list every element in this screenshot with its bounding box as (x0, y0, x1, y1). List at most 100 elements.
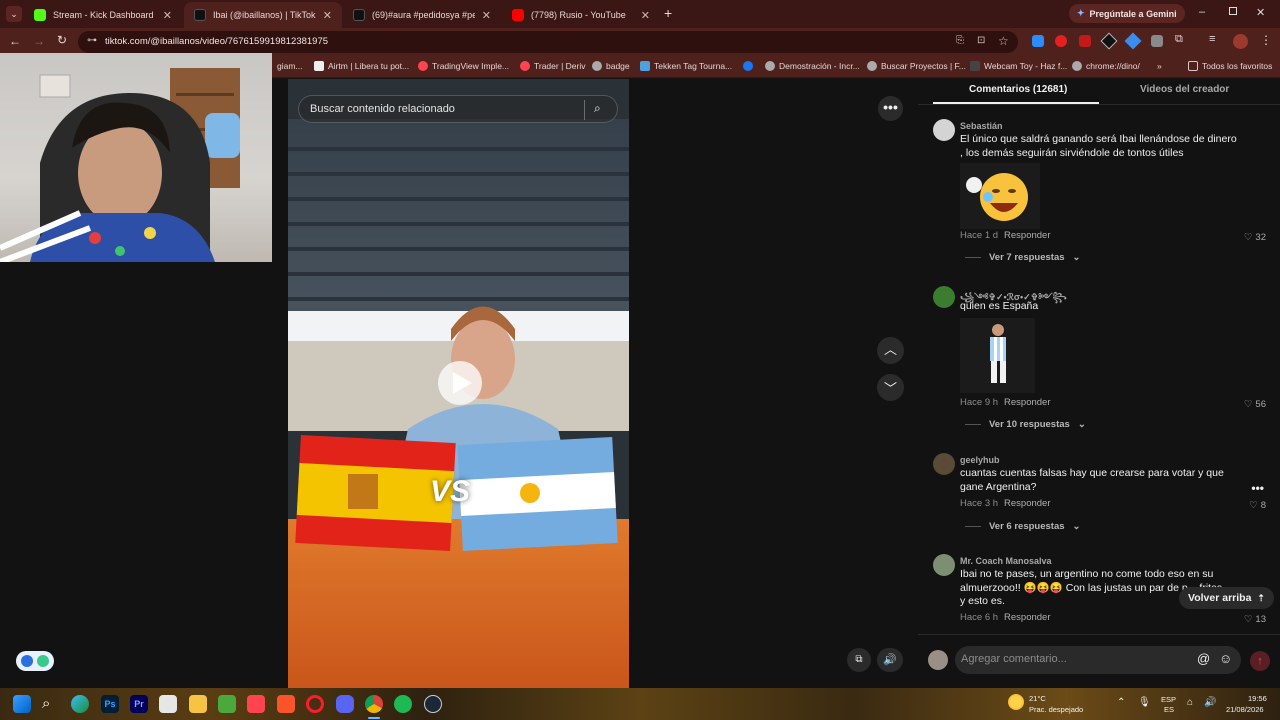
comment-username[interactable]: Mr. Coach Manosalva (960, 556, 1052, 566)
extensions-puzzle-icon[interactable]: ⧉ (1175, 33, 1183, 46)
close-window-icon[interactable]: ✕ (1256, 6, 1265, 19)
clock-time[interactable]: 19:56 (1248, 694, 1267, 703)
browser-tab-tiktok-aura[interactable]: (69)#aura #pedidosya #pedido ✕ (343, 2, 501, 28)
all-favorites-folder[interactable]: Todos los favoritos (1188, 61, 1272, 71)
deriv-icon[interactable] (247, 695, 265, 713)
bookmark-item[interactable]: Demostración - Incr... (765, 61, 860, 71)
tab-creator-videos[interactable]: Videos del creador (1140, 84, 1229, 95)
forward-arrow-icon[interactable]: → (33, 34, 45, 48)
avatar[interactable] (933, 554, 955, 576)
extension-icon[interactable] (1055, 35, 1067, 47)
extension-floating-widget[interactable] (16, 651, 54, 671)
extension-icon[interactable] (1100, 32, 1118, 50)
like-button[interactable]: ♡ 13 (1244, 614, 1266, 625)
reply-button[interactable]: Responder (1004, 498, 1050, 509)
new-tab-icon[interactable]: + (664, 5, 672, 21)
view-replies-button[interactable]: Ver 6 respuestas ⌄ (965, 521, 1081, 532)
avatar[interactable] (933, 286, 955, 308)
reply-button[interactable]: Responder (1004, 612, 1050, 623)
minecraft-icon[interactable] (218, 695, 236, 713)
extension-icon[interactable] (1079, 35, 1091, 47)
chrome-icon[interactable] (365, 695, 383, 713)
bookmark-item[interactable]: TradingView Imple... (418, 61, 509, 71)
tab-comments[interactable]: Comentarios (12681) (969, 84, 1067, 95)
extension-icon[interactable] (1151, 35, 1163, 47)
close-tab-icon[interactable]: ✕ (163, 9, 172, 22)
bookmark-item[interactable]: Tekken Tag Tourna... (640, 61, 732, 71)
reply-button[interactable]: Responder (1004, 397, 1050, 408)
back-arrow-icon[interactable]: ← (9, 34, 21, 48)
bookmark-item[interactable]: Webcam Toy - Haz f... (970, 61, 1067, 71)
clock-date[interactable]: 21/08/2026 (1226, 705, 1264, 714)
player-sticker-image[interactable] (960, 318, 1035, 393)
browser-tab-youtube[interactable]: (7798) Rusio - YouTube ✕ (502, 2, 660, 28)
bookmark-star-icon[interactable]: ☆ (998, 34, 1009, 48)
reload-icon[interactable]: ↻ (57, 33, 67, 47)
volume-icon[interactable]: 🔊 (877, 648, 903, 672)
bookmarks-overflow-icon[interactable]: » (1157, 61, 1162, 71)
emoji-icon[interactable]: ☺ (1219, 651, 1232, 666)
bookmark-item[interactable]: chrome://dino/ (1072, 61, 1140, 71)
search-icon[interactable]: ⌕ (594, 101, 601, 116)
file-explorer-icon[interactable] (189, 695, 207, 713)
network-icon[interactable]: ⌂ (1187, 698, 1193, 708)
microphone-icon[interactable]: 🎙 (1138, 698, 1151, 708)
floating-player-icon[interactable]: ⧉ (847, 648, 871, 672)
laughing-sticker-image[interactable] (960, 163, 1040, 229)
search-icon[interactable]: ⌕ (42, 695, 60, 713)
like-button[interactable]: ♡ 32 (1244, 232, 1266, 243)
discord-icon[interactable] (336, 695, 354, 713)
language-bottom[interactable]: ES (1164, 705, 1174, 714)
edge-icon[interactable] (71, 695, 89, 713)
send-comment-button[interactable]: ↑ (1250, 651, 1270, 671)
steam-icon[interactable] (424, 695, 442, 713)
close-tab-icon[interactable]: ✕ (482, 9, 491, 22)
bookmark-item[interactable]: Airtm | Libera tu pot... (314, 61, 409, 71)
comment-username[interactable]: geelyhub (960, 455, 1000, 465)
tab-search-button[interactable]: ⌄ (6, 6, 22, 22)
windows-start-icon[interactable] (13, 695, 31, 713)
extension-icon[interactable] (1032, 35, 1044, 47)
comment-username[interactable]: Sebastián (960, 121, 1003, 131)
premiere-icon[interactable]: Pr (130, 695, 148, 713)
related-content-search[interactable]: Buscar contenido relacionado ⌕ (298, 95, 618, 123)
calculator-icon[interactable] (159, 695, 177, 713)
close-tab-icon[interactable]: ✕ (323, 9, 332, 22)
like-button[interactable]: ♡ 8 (1249, 500, 1266, 511)
view-replies-button[interactable]: Ver 7 respuestas ⌄ (965, 252, 1081, 263)
previous-video-button[interactable]: ︿ (877, 337, 904, 364)
restore-window-icon[interactable] (1229, 7, 1237, 15)
more-options-icon[interactable]: ••• (878, 96, 903, 121)
translate-icon[interactable]: ⎘ (956, 35, 964, 46)
gemini-button[interactable]: ✦ Pregúntale a Gemini (1069, 4, 1185, 23)
bookmark-item[interactable]: badge (592, 61, 630, 71)
bookmark-item[interactable]: Buscar Proyectos | F... (867, 61, 966, 71)
mention-icon[interactable]: @ (1197, 651, 1210, 666)
extension-icon[interactable] (1124, 32, 1142, 50)
spotify-icon[interactable] (394, 695, 412, 713)
reading-list-icon[interactable]: ≡ (1209, 33, 1215, 45)
profile-avatar[interactable] (1233, 34, 1248, 49)
close-tab-icon[interactable]: ✕ (641, 9, 650, 22)
browser-tab-kick[interactable]: Stream - Kick Dashboard ✕ (24, 2, 182, 28)
bookmark-item[interactable]: Trader | Deriv (520, 61, 586, 71)
browser-tab-tiktok-ibai[interactable]: Ibai (@ibaillanos) | TikTok ✕ (184, 2, 342, 28)
bookmark-item[interactable] (743, 61, 753, 71)
avatar[interactable] (933, 453, 955, 475)
comment-more-icon[interactable]: ••• (1251, 481, 1264, 495)
video-player[interactable]: VS Buscar contenido relacionado ⌕ (288, 79, 629, 688)
volume-tray-icon[interactable]: 🔊 (1204, 698, 1216, 708)
back-to-top-button[interactable]: Volver arriba ⇡ (1179, 587, 1274, 609)
tray-chevron-up-icon[interactable]: ⌃ (1117, 698, 1125, 708)
bookmark-item[interactable]: giam... (277, 61, 303, 71)
avatar[interactable] (933, 119, 955, 141)
site-info-icon[interactable]: ⊶ (87, 35, 97, 46)
install-app-icon[interactable]: ⊡ (977, 35, 985, 46)
brave-icon[interactable] (277, 695, 295, 713)
view-replies-button[interactable]: Ver 10 respuestas ⌄ (965, 419, 1086, 430)
browser-menu-icon[interactable]: ⋮ (1260, 33, 1272, 47)
language-top[interactable]: ESP (1161, 695, 1176, 704)
search-input[interactable]: Buscar contenido relacionado (310, 103, 455, 115)
add-comment-input[interactable]: Agregar comentario... @ ☺ (955, 646, 1241, 674)
reply-button[interactable]: Responder (1004, 230, 1050, 241)
